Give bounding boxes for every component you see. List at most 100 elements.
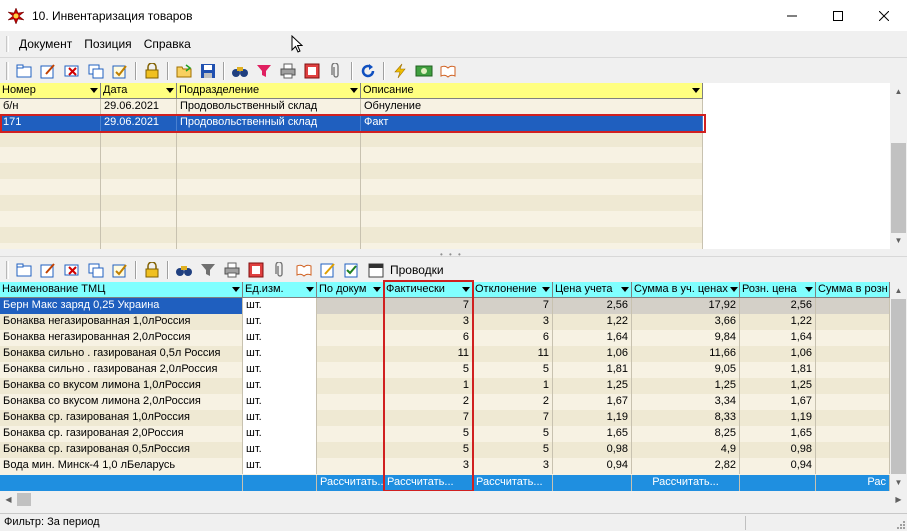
- cell-rsum: [816, 346, 890, 362]
- calc-deviation[interactable]: Рассчитать...: [473, 475, 553, 491]
- postings-label[interactable]: Проводки: [390, 263, 444, 277]
- attach-icon[interactable]: [326, 61, 346, 81]
- chevron-down-icon[interactable]: [805, 287, 813, 292]
- table-row[interactable]: Бонаква ср. газированая 0,5лРоссия шт. 5 5 0…: [0, 442, 890, 458]
- lock-icon[interactable]: [142, 61, 162, 81]
- cell-retail: 1,64: [740, 330, 816, 346]
- delete-document-icon[interactable]: [62, 61, 82, 81]
- filter-icon[interactable]: [198, 260, 218, 280]
- table-row[interactable]: Вода мин. Минск-4 1,0 лБеларусь шт. 3 3 0,94…: [0, 458, 890, 474]
- new-document-icon[interactable]: [14, 61, 34, 81]
- chevron-down-icon[interactable]: [306, 287, 314, 292]
- col-header-by-document[interactable]: По докум: [317, 282, 384, 298]
- refresh-icon[interactable]: [358, 61, 378, 81]
- table-row[interactable]: Бонаква со вкусом лимона 2,0лРоссия шт. 2 2…: [0, 394, 890, 410]
- table-row[interactable]: Бонаква сильно . газированая 0,5л Россия…: [0, 346, 890, 362]
- empty-row: [0, 163, 703, 179]
- chevron-down-icon[interactable]: [90, 88, 98, 93]
- binoculars-icon[interactable]: [174, 260, 194, 280]
- minimize-button[interactable]: [769, 0, 815, 31]
- table-row[interactable]: Бонаква негазированная 1,0лРоссия шт. 3 3 1,…: [0, 314, 890, 330]
- scroll-down-arrow[interactable]: ▼: [890, 232, 907, 249]
- scroll-up-arrow[interactable]: ▲: [890, 282, 907, 299]
- print-icon[interactable]: [222, 260, 242, 280]
- resize-grip-icon[interactable]: [895, 519, 905, 529]
- edit-item-icon[interactable]: [38, 260, 58, 280]
- filter-icon[interactable]: [254, 61, 274, 81]
- lock-icon[interactable]: [142, 260, 162, 280]
- col-header-date[interactable]: Дата: [101, 83, 177, 99]
- new-item-icon[interactable]: [14, 260, 34, 280]
- chevron-down-icon[interactable]: [373, 287, 381, 292]
- copy-item-icon[interactable]: [86, 260, 106, 280]
- scroll-thumb[interactable]: [891, 299, 906, 474]
- col-header-book-sum[interactable]: Сумма в уч. ценах: [632, 282, 740, 298]
- chevron-down-icon[interactable]: [729, 287, 738, 292]
- chevron-down-icon[interactable]: [350, 88, 358, 93]
- col-header-department[interactable]: Подразделение: [177, 83, 361, 99]
- report-icon[interactable]: [246, 260, 266, 280]
- col-header-deviation[interactable]: Отклонение: [473, 282, 553, 298]
- calc-retail-sum[interactable]: Рас: [816, 475, 890, 491]
- post-item-icon[interactable]: [110, 260, 130, 280]
- col-header-actual[interactable]: Фактически: [384, 282, 473, 298]
- table-row[interactable]: Берн Макс заряд 0,25 Украина шт. 7 7 2,56 17,…: [0, 298, 890, 314]
- attach-icon[interactable]: [270, 260, 290, 280]
- col-header-retail-sum[interactable]: Сумма в розн: [816, 282, 890, 298]
- items-horizontal-scrollbar[interactable]: ◀ ▶: [0, 491, 907, 508]
- binoculars-icon[interactable]: [230, 61, 250, 81]
- edit-document-icon[interactable]: [38, 61, 58, 81]
- menu-position[interactable]: Позиция: [78, 34, 137, 54]
- col-header-retail-price[interactable]: Розн. цена: [740, 282, 816, 298]
- table-row[interactable]: б/н 29.06.2021 Продовольственный склад О…: [0, 99, 703, 115]
- chevron-down-icon[interactable]: [692, 88, 700, 93]
- table-row-selected[interactable]: 171 29.06.2021 Продовольственный склад Ф…: [0, 115, 703, 131]
- report-icon[interactable]: [302, 61, 322, 81]
- documents-vertical-scrollbar[interactable]: ▲ ▼: [890, 83, 907, 249]
- open-folder-icon[interactable]: [174, 61, 194, 81]
- table-row[interactable]: Бонаква негазированная 2,0лРоссия шт. 6 6 1,…: [0, 330, 890, 346]
- maximize-button[interactable]: [815, 0, 861, 31]
- scroll-thumb[interactable]: [891, 143, 906, 233]
- menu-help[interactable]: Справка: [138, 34, 197, 54]
- save-icon[interactable]: [198, 61, 218, 81]
- money-icon[interactable]: [414, 61, 434, 81]
- toolbar-separator: [167, 61, 169, 80]
- chevron-down-icon[interactable]: [542, 287, 550, 292]
- col-header-number[interactable]: Номер: [0, 83, 101, 99]
- table-row[interactable]: Бонаква сильно . газированая 2,0лРоссия ш…: [0, 362, 890, 378]
- delete-item-icon[interactable]: [62, 260, 82, 280]
- menu-document[interactable]: Документ: [13, 34, 78, 54]
- chevron-down-icon[interactable]: [232, 287, 240, 292]
- scroll-right-arrow[interactable]: ▶: [890, 491, 907, 508]
- table-row[interactable]: Бонаква со вкусом лимона 1,0лРоссия шт. 1 1…: [0, 378, 890, 394]
- col-header-unit[interactable]: Ед.изм.: [243, 282, 317, 298]
- calc-by-document[interactable]: Рассчитать...: [317, 475, 384, 491]
- col-header-description[interactable]: Описание: [361, 83, 703, 99]
- cell-unit: шт.: [243, 346, 317, 362]
- check-list-icon[interactable]: [342, 260, 362, 280]
- book-icon[interactable]: [294, 260, 314, 280]
- col-header-book-price[interactable]: Цена учета: [553, 282, 632, 298]
- calendar-icon[interactable]: [366, 260, 386, 280]
- calc-book-sum[interactable]: Рассчитать...: [632, 475, 740, 491]
- scroll-down-arrow[interactable]: ▼: [890, 474, 907, 491]
- edit-list-icon[interactable]: [318, 260, 338, 280]
- scroll-thumb[interactable]: [17, 493, 31, 506]
- calc-actual[interactable]: Рассчитать...: [384, 475, 473, 491]
- print-icon[interactable]: [278, 61, 298, 81]
- scroll-left-arrow[interactable]: ◀: [0, 491, 17, 508]
- copy-document-icon[interactable]: [86, 61, 106, 81]
- lightning-icon[interactable]: [390, 61, 410, 81]
- chevron-down-icon[interactable]: [462, 287, 470, 292]
- post-document-icon[interactable]: [110, 61, 130, 81]
- close-button[interactable]: [861, 0, 907, 31]
- col-header-item-name[interactable]: Наименование ТМЦ: [0, 282, 243, 298]
- table-row[interactable]: Бонаква ср. газированая 1,0лРоссия шт. 7 7 1…: [0, 410, 890, 426]
- book-icon[interactable]: [438, 61, 458, 81]
- table-row[interactable]: Бонаква ср. газированая 2,0Россия шт. 5 5 1,…: [0, 426, 890, 442]
- scroll-up-arrow[interactable]: ▲: [890, 83, 907, 100]
- chevron-down-icon[interactable]: [621, 287, 629, 292]
- chevron-down-icon[interactable]: [166, 88, 174, 93]
- items-vertical-scrollbar[interactable]: ▲ ▼: [890, 282, 907, 491]
